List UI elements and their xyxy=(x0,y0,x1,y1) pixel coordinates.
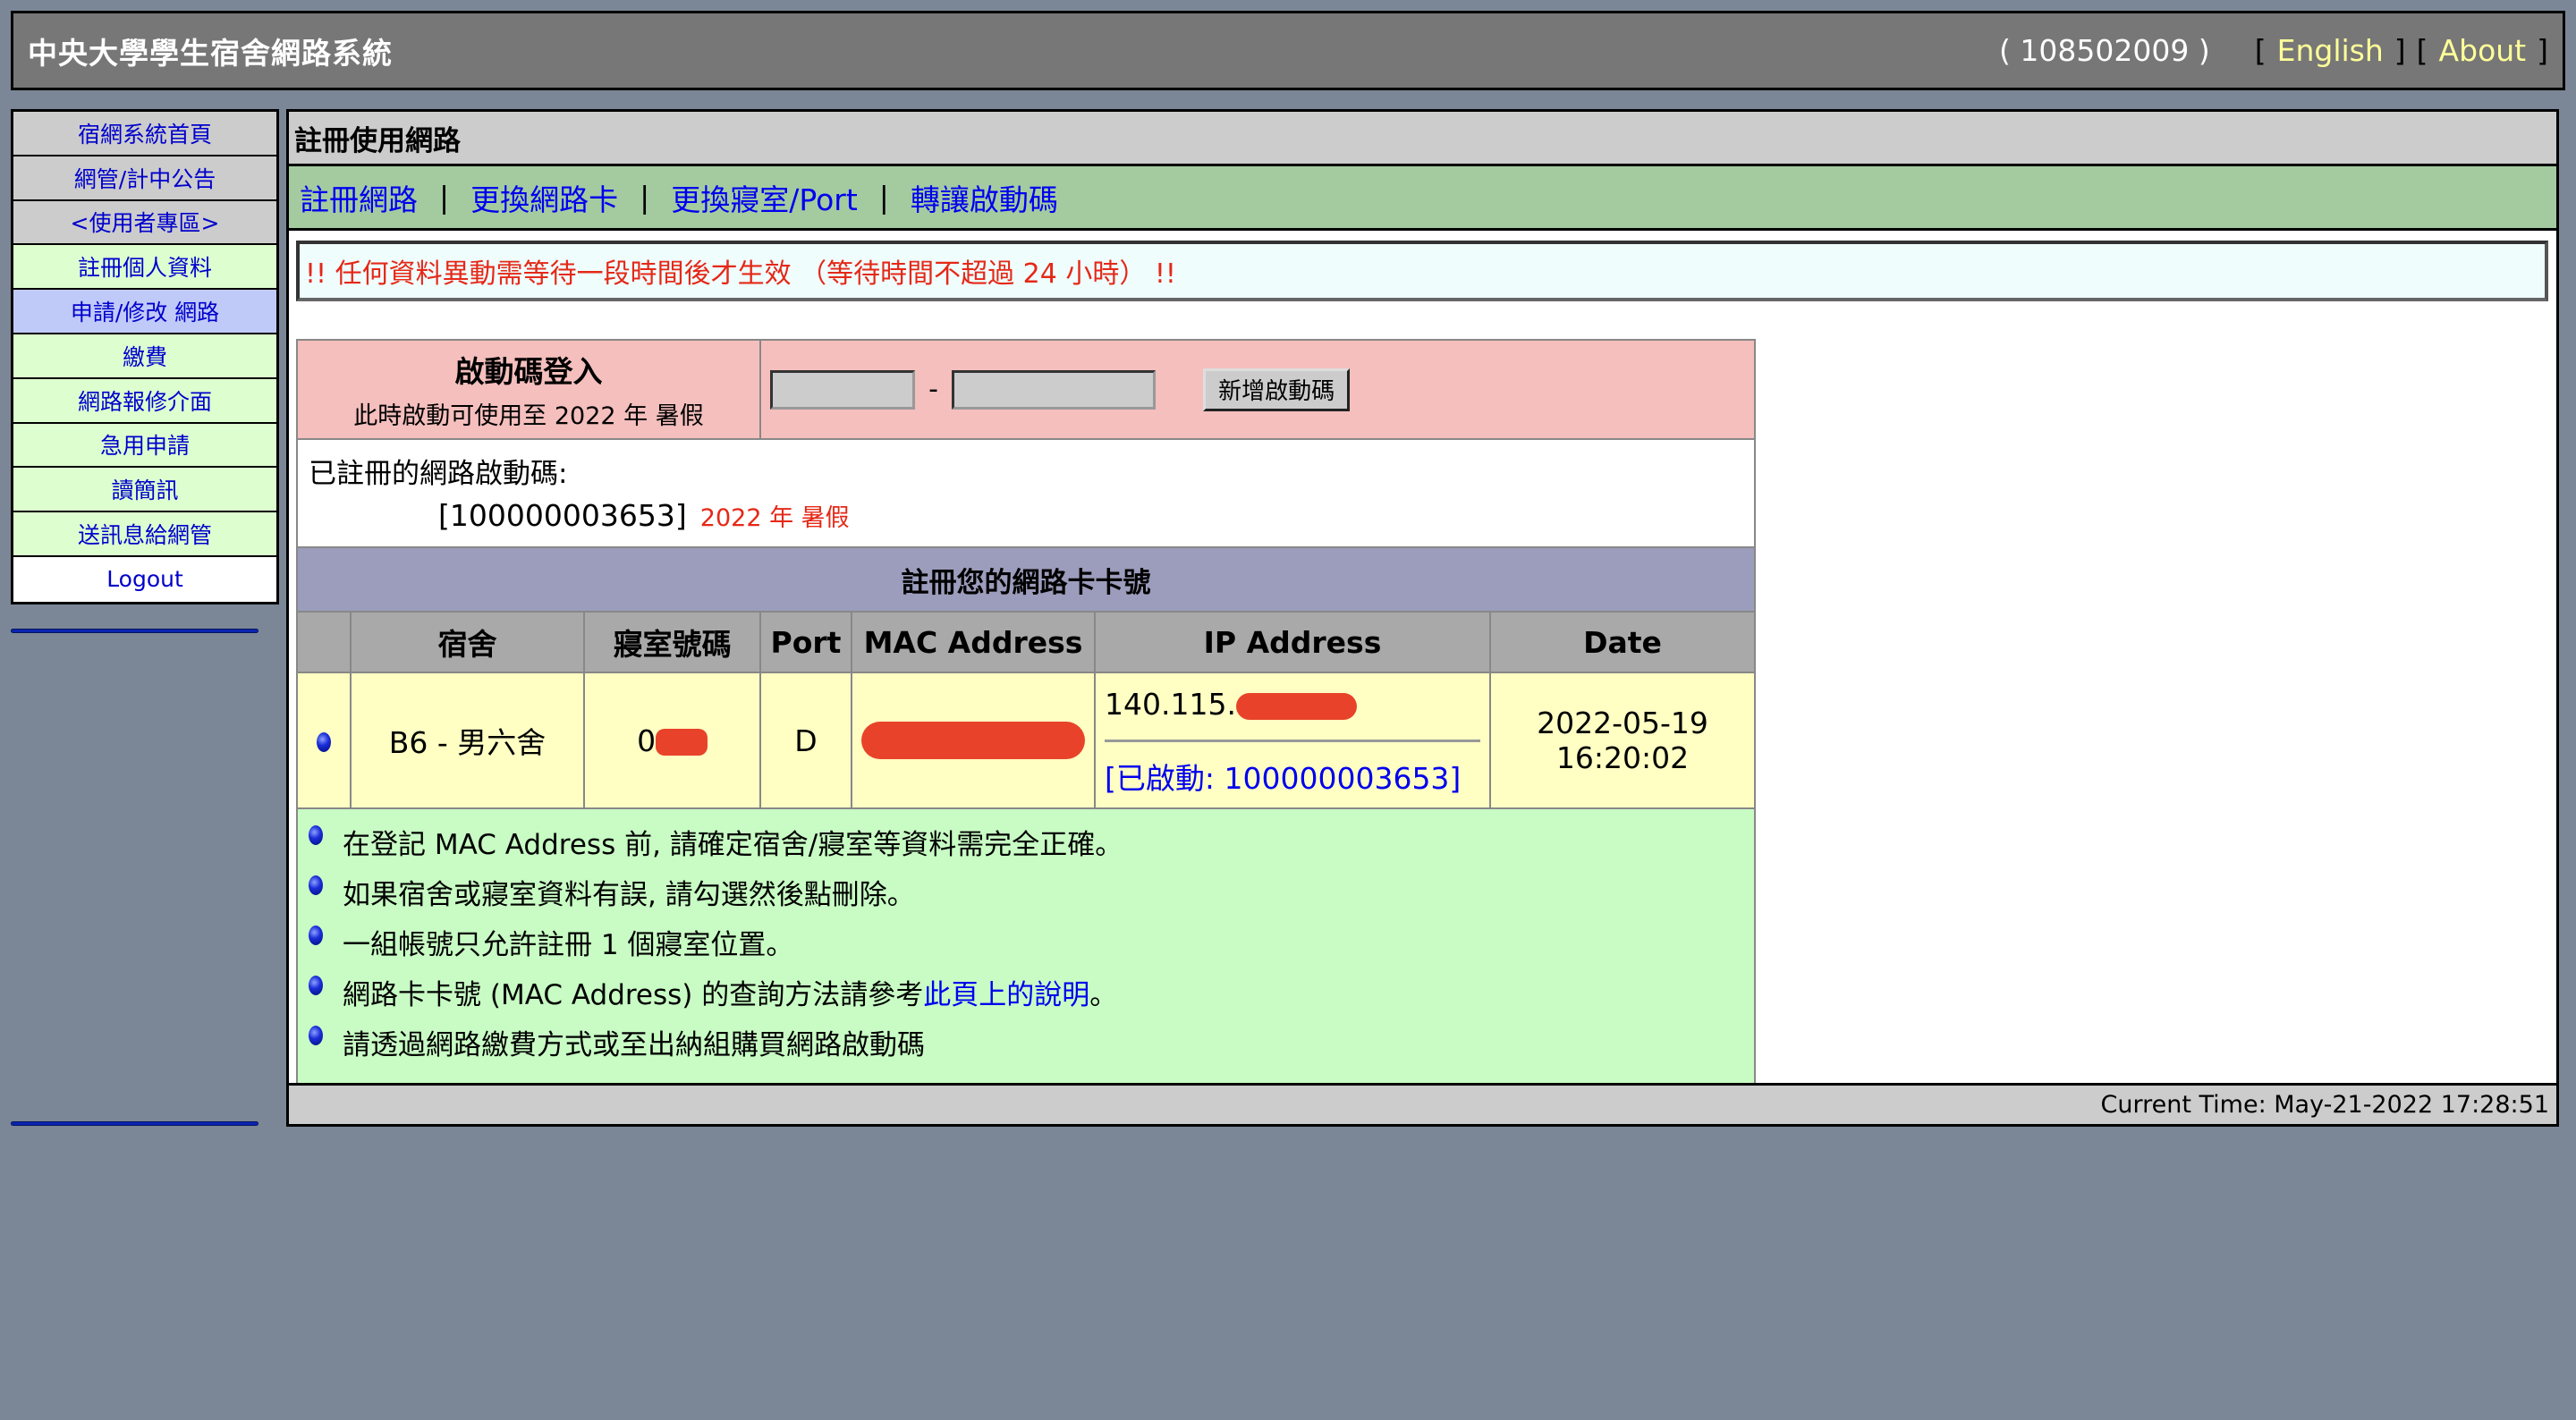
activation-input-cell: - 新增啟動碼 xyxy=(759,339,1756,440)
note-text: 請透過網路繳費方式或至出納組購買網路啟動碼 xyxy=(343,1029,925,1061)
code-dash: - xyxy=(928,374,938,405)
registration-table: 啟動碼登入 此時啟動可使用至 2022 年 暑假 - 新增啟動碼 已註冊的網路啟… xyxy=(296,339,1756,1086)
col-mac: MAC Address xyxy=(851,611,1096,673)
bracket-close: ] xyxy=(2537,33,2548,68)
mac-cell xyxy=(851,672,1096,809)
add-activation-code-button[interactable]: 新增啟動碼 xyxy=(1203,368,1351,411)
page-title: 註冊使用網路 xyxy=(289,112,2556,166)
note-text: 在登記 MAC Address 前, 請確定宿舍/寢室等資料需完全正確。 xyxy=(343,829,1123,861)
redaction-mark xyxy=(861,722,1085,760)
subnav-change-room-port[interactable]: 更換寢室/Port xyxy=(671,176,858,219)
registered-code-term: 2022 年 暑假 xyxy=(699,504,850,532)
registered-row: 已註冊的網路啟動碼: [100000003653] 2022 年 暑假 xyxy=(296,438,1756,548)
activation-label-cell: 啟動碼登入 此時啟動可使用至 2022 年 暑假 xyxy=(296,339,761,440)
ip-divider xyxy=(1105,740,1480,742)
sidebar-item-user-area[interactable]: <使用者專區> xyxy=(13,200,276,246)
sidebar-divider xyxy=(11,629,258,633)
activation-subtext: 此時啟動可使用至 2022 年 暑假 xyxy=(353,402,704,430)
note-item: 如果宿舍或寢室資料有誤, 請勾選然後點刪除。 xyxy=(309,872,1743,922)
activated-code: [已啟動: 100000003653] xyxy=(1105,761,1462,796)
bullet-icon xyxy=(309,825,323,845)
col-ip: IP Address xyxy=(1094,611,1491,673)
mac-help-link[interactable]: 此頁上的說明 xyxy=(923,979,1089,1011)
col-dorm: 宿舍 xyxy=(349,611,586,673)
room-value: 0 xyxy=(637,723,657,758)
room-cell: 0 xyxy=(583,672,761,809)
registered-code: [100000003653] xyxy=(438,498,687,533)
sidebar-item-message-admin[interactable]: 送訊息給網管 xyxy=(13,512,276,557)
about-link[interactable]: About xyxy=(2439,33,2527,68)
row-select-cell[interactable] xyxy=(296,672,352,809)
subnav-separator: | xyxy=(878,180,889,215)
subnav-transfer-code[interactable]: 轉讓啟動碼 xyxy=(911,176,1058,219)
note-item: 請透過網路繳費方式或至出納組購買網路啟動碼 xyxy=(309,1022,1743,1072)
sidebar-item-logout[interactable]: Logout xyxy=(13,556,276,602)
activation-code-input-2[interactable] xyxy=(952,369,1157,410)
bullet-icon xyxy=(309,875,323,895)
note-item: 網路卡卡號 (MAC Address) 的查詢方法請參考此頁上的說明。 xyxy=(309,972,1743,1022)
ip-line: 140.115. xyxy=(1105,683,1480,722)
footer-current-time: Current Time: May-21-2022 17:28:51 xyxy=(289,1083,2556,1124)
ip-cell: 140.115. [已啟動: 100000003653] xyxy=(1094,672,1491,809)
col-room: 寢室號碼 xyxy=(583,611,761,673)
redaction-mark xyxy=(656,729,708,756)
registered-code-line: [100000003653] 2022 年 暑假 xyxy=(309,498,1743,533)
english-link[interactable]: English xyxy=(2277,33,2384,68)
note-text: 如果宿舍或寢室資料有誤, 請勾選然後點刪除。 xyxy=(343,879,915,911)
sidebar-item-register-profile[interactable]: 註冊個人資料 xyxy=(13,245,276,291)
site-title: 中央大學學生宿舍網路系統 xyxy=(28,35,393,71)
header-right: ( 108502009 ) [ English ] [ About ] xyxy=(1999,33,2548,68)
notes-cell: 在登記 MAC Address 前, 請確定宿舍/寢室等資料需完全正確。 如果宿… xyxy=(296,807,1756,1086)
subnav-register-network[interactable]: 註冊網路 xyxy=(300,176,418,219)
note-text-end: 。 xyxy=(1089,979,1118,1011)
col-date: Date xyxy=(1489,611,1756,673)
top-header: 中央大學學生宿舍網路系統 ( 108502009 ) [ English ] [… xyxy=(11,11,2565,90)
sidebar-item-announcements[interactable]: 網管/計中公告 xyxy=(13,156,276,201)
main-panel: 註冊使用網路 註冊網路 | 更換網路卡 | 更換寢室/Port | 轉讓啟動碼 … xyxy=(286,109,2559,1127)
sidebar-item-payment[interactable]: 繳費 xyxy=(13,334,276,379)
ip-value: 140.115. xyxy=(1105,687,1236,722)
col-port: Port xyxy=(759,611,852,673)
bullet-icon xyxy=(309,926,323,945)
port-cell: D xyxy=(759,672,852,809)
sidebar-nav: 宿網系統首頁 網管/計中公告 <使用者專區> 註冊個人資料 申請/修改 網路 繳… xyxy=(11,109,279,604)
activation-heading: 啟動碼登入 xyxy=(454,354,603,389)
note-text: 一組帳號只允許註冊 1 個寢室位置。 xyxy=(343,929,794,961)
subnav: 註冊網路 | 更換網路卡 | 更換寢室/Port | 轉讓啟動碼 xyxy=(289,166,2556,231)
registered-code-cell: 已註冊的網路啟動碼: [100000003653] 2022 年 暑假 xyxy=(296,438,1756,548)
warning-banner: !! 任何資料異動需等待一段時間後才生效 （等待時間不超過 24 小時） !! xyxy=(296,241,2548,301)
user-id: ( 108502009 ) xyxy=(1999,33,2210,68)
bracket-open: [ xyxy=(2254,33,2267,68)
nic-table-title: 註冊您的網路卡卡號 xyxy=(296,546,1756,613)
date-cell: 2022-05-19 16:20:02 xyxy=(1489,672,1756,809)
bracket-close: ] xyxy=(2394,33,2406,68)
nic-table-title-row: 註冊您的網路卡卡號 xyxy=(296,546,1756,613)
activation-code-input-1[interactable] xyxy=(770,369,915,410)
bullet-icon xyxy=(309,976,323,995)
table-row: B6 - 男六舍 0 D 140.115. [已啟動: 100000003653… xyxy=(296,672,1756,809)
sidebar-item-read-messages[interactable]: 讀簡訊 xyxy=(13,468,276,513)
subnav-separator: | xyxy=(640,180,650,215)
bracket-open: [ xyxy=(2416,33,2428,68)
sidebar-item-apply-network[interactable]: 申請/修改 網路 xyxy=(13,290,276,334)
note-item: 一組帳號只允許註冊 1 個寢室位置。 xyxy=(309,922,1743,972)
note-item: 在登記 MAC Address 前, 請確定宿舍/寢室等資料需完全正確。 xyxy=(309,822,1743,872)
col-select xyxy=(296,611,352,673)
sidebar-item-repair[interactable]: 網路報修介面 xyxy=(13,378,276,424)
subnav-change-nic[interactable]: 更換網路卡 xyxy=(470,176,618,219)
redaction-mark xyxy=(1235,692,1357,720)
nic-table-header: 宿舍 寢室號碼 Port MAC Address IP Address Date xyxy=(296,611,1756,673)
bullet-icon xyxy=(316,732,331,752)
dorm-cell: B6 - 男六舍 xyxy=(349,672,586,809)
sidebar-item-home[interactable]: 宿網系統首頁 xyxy=(13,112,276,156)
subnav-separator: | xyxy=(439,180,450,215)
notes-row: 在登記 MAC Address 前, 請確定宿舍/寢室等資料需完全正確。 如果宿… xyxy=(296,807,1756,1086)
sidebar-divider xyxy=(11,1121,258,1126)
activation-row: 啟動碼登入 此時啟動可使用至 2022 年 暑假 - 新增啟動碼 xyxy=(296,339,1756,440)
registered-code-label: 已註冊的網路啟動碼: xyxy=(309,458,568,490)
note-text: 網路卡卡號 (MAC Address) 的查詢方法請參考 xyxy=(343,979,924,1011)
sidebar-item-urgent-apply[interactable]: 急用申請 xyxy=(13,423,276,469)
bullet-icon xyxy=(309,1026,323,1045)
